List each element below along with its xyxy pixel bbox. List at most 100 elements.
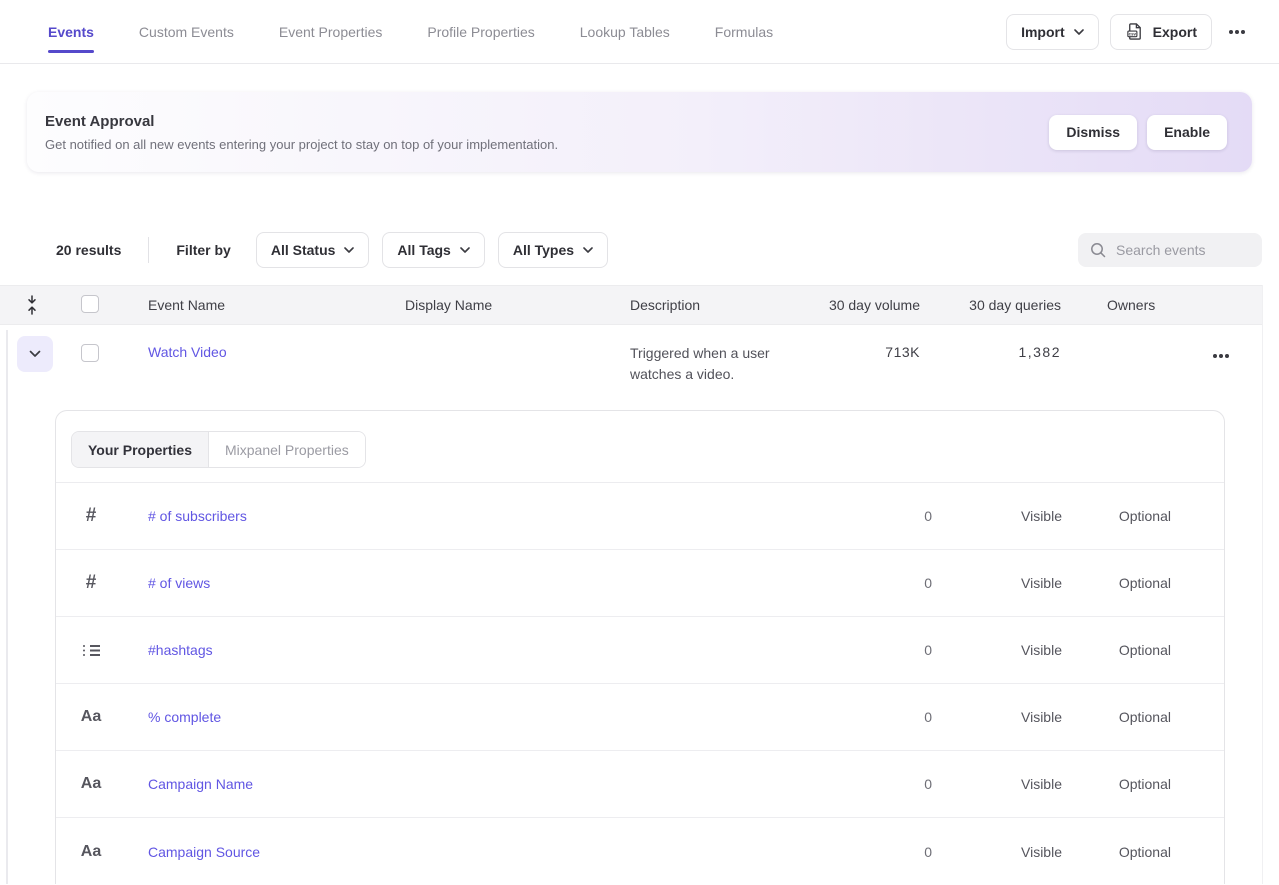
property-name: # of views bbox=[126, 575, 852, 591]
property-name: #hashtags bbox=[126, 642, 852, 658]
row-more-options-button[interactable] bbox=[1207, 346, 1235, 366]
column-description: Description bbox=[630, 297, 822, 313]
import-button-label: Import bbox=[1021, 24, 1065, 40]
property-type-cell bbox=[56, 843, 126, 861]
property-row: % complete 0 Visible Optional bbox=[56, 684, 1224, 751]
chevron-down-icon bbox=[344, 247, 354, 253]
all-types-dropdown[interactable]: All Types bbox=[498, 232, 608, 268]
ellipsis-icon bbox=[1229, 30, 1233, 34]
chevron-down-icon bbox=[583, 247, 593, 253]
more-options-button[interactable] bbox=[1223, 22, 1251, 42]
property-visibility[interactable]: Visible bbox=[932, 642, 1062, 658]
property-name-link[interactable]: # of views bbox=[148, 575, 210, 591]
tab-custom-events[interactable]: Custom Events bbox=[139, 0, 234, 63]
banner-text: Event Approval Get notified on all new e… bbox=[45, 113, 558, 152]
property-visibility[interactable]: Visible bbox=[932, 709, 1062, 725]
property-queries: 0 bbox=[852, 844, 932, 860]
property-queries: 0 bbox=[852, 709, 932, 725]
all-status-dropdown[interactable]: All Status bbox=[256, 232, 370, 268]
chevron-down-icon bbox=[1074, 29, 1084, 35]
filter-by-label: Filter by bbox=[176, 242, 230, 258]
property-name: Campaign Name bbox=[126, 776, 852, 792]
property-type-cell bbox=[56, 572, 126, 594]
property-visibility[interactable]: Visible bbox=[932, 508, 1062, 524]
search-icon bbox=[1090, 242, 1106, 258]
property-requirement[interactable]: Optional bbox=[1062, 776, 1171, 792]
divider bbox=[148, 237, 149, 263]
row-select-cell bbox=[81, 325, 148, 365]
banner-actions: Dismiss Enable bbox=[1049, 115, 1227, 150]
dismiss-button[interactable]: Dismiss bbox=[1049, 115, 1137, 150]
collapse-all-icon[interactable] bbox=[26, 295, 38, 315]
dropdown-label: All Tags bbox=[397, 242, 450, 258]
properties-tabs: Your Properties Mixpanel Properties bbox=[71, 431, 366, 468]
property-name-link[interactable]: % complete bbox=[148, 709, 221, 725]
all-tags-dropdown[interactable]: All Tags bbox=[382, 232, 484, 268]
property-name-link[interactable]: #hashtags bbox=[148, 642, 213, 658]
property-requirement[interactable]: Optional bbox=[1062, 508, 1171, 524]
select-all-cell bbox=[81, 295, 148, 316]
property-requirement[interactable]: Optional bbox=[1062, 844, 1171, 860]
property-type-cell bbox=[56, 708, 126, 726]
table-row-watch-video: Watch Video Triggered when a user watche… bbox=[0, 325, 1262, 410]
dropdown-label: All Status bbox=[271, 242, 336, 258]
chevron-down-icon bbox=[460, 247, 470, 253]
property-visibility[interactable]: Visible bbox=[932, 844, 1062, 860]
list-type-icon bbox=[83, 644, 100, 657]
event-properties-panel: Your Properties Mixpanel Properties # of… bbox=[55, 410, 1225, 884]
property-name: Campaign Source bbox=[126, 844, 852, 860]
tab-your-properties[interactable]: Your Properties bbox=[72, 432, 208, 467]
property-type-cell bbox=[56, 644, 126, 657]
table-right-edge bbox=[1262, 285, 1263, 884]
property-queries: 0 bbox=[852, 776, 932, 792]
tab-event-properties[interactable]: Event Properties bbox=[279, 0, 383, 63]
import-button[interactable]: Import bbox=[1006, 14, 1099, 50]
select-all-checkbox[interactable] bbox=[81, 295, 99, 313]
banner-description: Get notified on all new events entering … bbox=[45, 137, 558, 152]
property-name-link[interactable]: Campaign Source bbox=[148, 844, 260, 860]
tab-lookup-tables[interactable]: Lookup Tables bbox=[580, 0, 670, 63]
tab-events[interactable]: Events bbox=[48, 0, 94, 63]
tab-label: Event Properties bbox=[279, 24, 383, 40]
property-requirement[interactable]: Optional bbox=[1062, 642, 1171, 658]
text-type-icon bbox=[81, 843, 101, 861]
expanded-row-rule bbox=[6, 330, 8, 884]
tab-formulas[interactable]: Formulas bbox=[715, 0, 773, 63]
top-navigation-bar: Events Custom Events Event Properties Pr… bbox=[0, 0, 1279, 64]
column-display-name: Display Name bbox=[405, 297, 630, 313]
column-event-name: Event Name bbox=[148, 297, 405, 313]
tab-label: Events bbox=[48, 24, 94, 40]
results-count: 20 results bbox=[56, 242, 121, 258]
nav-tabs: Events Custom Events Event Properties Pr… bbox=[48, 0, 773, 63]
tab-mixpanel-properties[interactable]: Mixpanel Properties bbox=[208, 432, 365, 467]
property-queries: 0 bbox=[852, 575, 932, 591]
property-requirement[interactable]: Optional bbox=[1062, 575, 1171, 591]
number-type-icon bbox=[86, 572, 97, 594]
collapse-row-button[interactable] bbox=[17, 336, 53, 372]
topbar-actions: Import csv Export bbox=[1006, 14, 1251, 50]
tab-profile-properties[interactable]: Profile Properties bbox=[427, 0, 534, 63]
property-requirement[interactable]: Optional bbox=[1062, 709, 1171, 725]
tab-label: Profile Properties bbox=[427, 24, 534, 40]
export-button[interactable]: csv Export bbox=[1110, 14, 1212, 50]
property-queries: 0 bbox=[852, 508, 932, 524]
csv-file-icon: csv bbox=[1125, 22, 1144, 41]
dropdown-label: All Types bbox=[513, 242, 574, 258]
property-name: % complete bbox=[126, 709, 852, 725]
tab-label: Formulas bbox=[715, 24, 773, 40]
events-table-header: Event Name Display Name Description 30 d… bbox=[0, 285, 1262, 325]
number-type-icon bbox=[86, 505, 97, 527]
tab-label: Custom Events bbox=[139, 24, 234, 40]
text-type-icon bbox=[81, 708, 101, 726]
enable-button[interactable]: Enable bbox=[1147, 115, 1227, 150]
property-row: #hashtags 0 Visible Optional bbox=[56, 617, 1224, 684]
tab-label: Lookup Tables bbox=[580, 24, 670, 40]
export-button-label: Export bbox=[1153, 24, 1197, 40]
row-checkbox[interactable] bbox=[81, 344, 99, 362]
property-visibility[interactable]: Visible bbox=[932, 575, 1062, 591]
property-visibility[interactable]: Visible bbox=[932, 776, 1062, 792]
event-name-link[interactable]: Watch Video bbox=[148, 325, 405, 360]
property-name-link[interactable]: Campaign Name bbox=[148, 776, 253, 792]
banner-title: Event Approval bbox=[45, 113, 558, 130]
property-name-link[interactable]: # of subscribers bbox=[148, 508, 247, 524]
